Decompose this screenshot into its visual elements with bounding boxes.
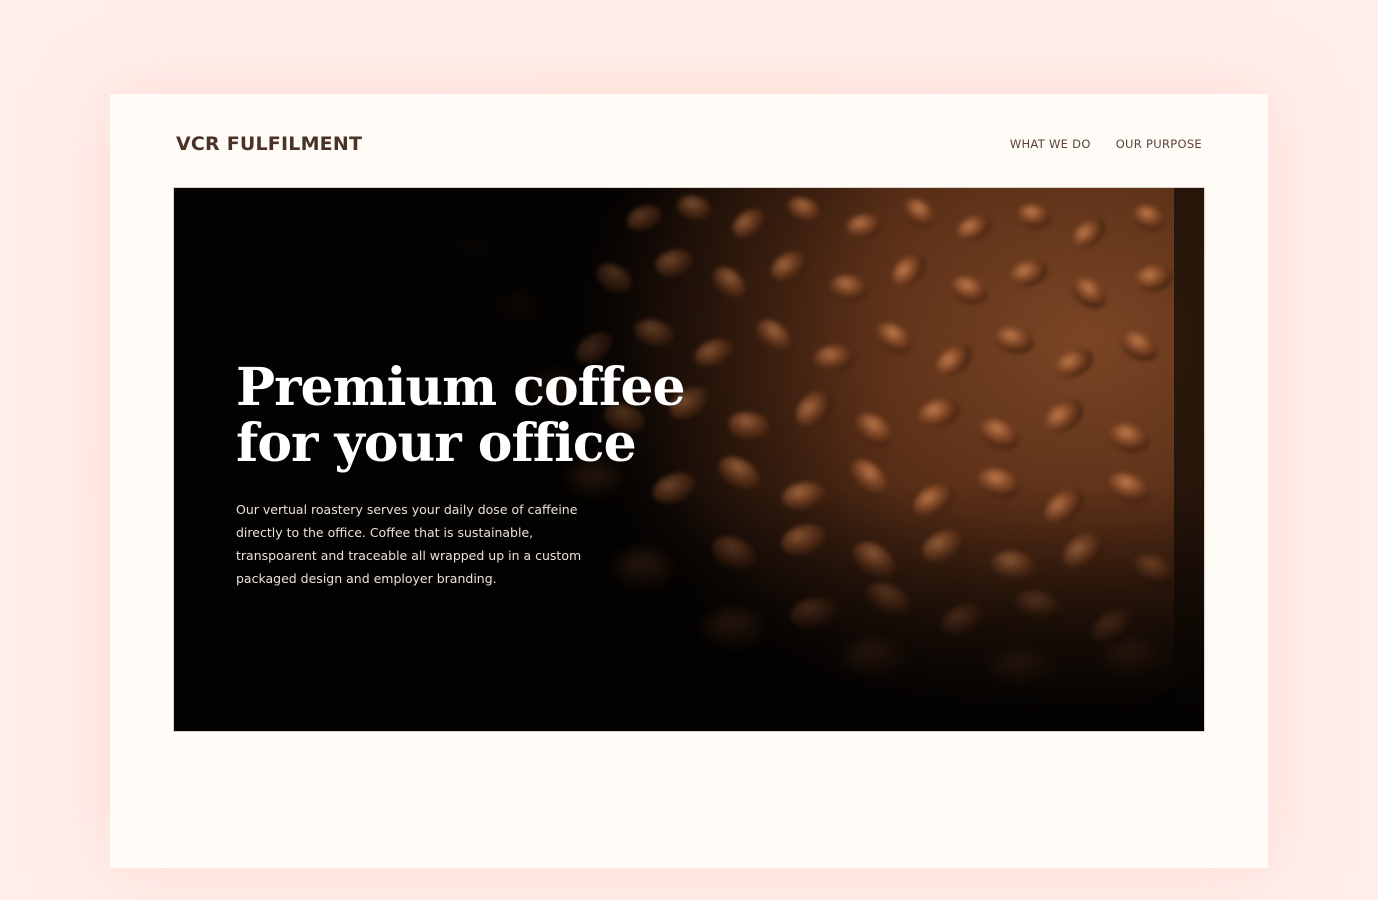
main-nav: WHAT WE DO OUR PURPOSE — [1010, 137, 1202, 151]
site-header: VCR FULFILMENT WHAT WE DO OUR PURPOSE — [176, 128, 1202, 160]
site-logo[interactable]: VCR FULFILMENT — [176, 133, 362, 155]
nav-item-our-purpose[interactable]: OUR PURPOSE — [1116, 137, 1202, 151]
nav-item-what-we-do[interactable]: WHAT WE DO — [1010, 137, 1091, 151]
hero-description: Our vertual roastery serves your daily d… — [236, 502, 582, 586]
page-card: VCR FULFILMENT WHAT WE DO OUR PURPOSE Pr… — [110, 94, 1268, 868]
hero-text-block: Premium coffee for your office Our vertu… — [236, 360, 696, 590]
hero-title: Premium coffee for your office — [236, 357, 686, 474]
hero-section: Premium coffee for your office Our vertu… — [173, 187, 1205, 732]
